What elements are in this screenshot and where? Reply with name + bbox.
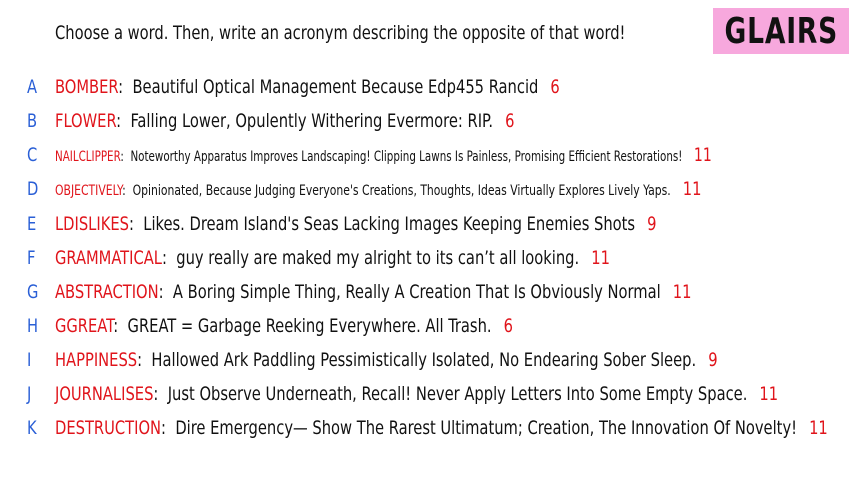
entry-word: FLOWER (55, 110, 117, 132)
entry-separator: : (118, 76, 124, 98)
entry-letter: D (27, 178, 39, 200)
entry-letter: J (27, 383, 32, 405)
entry-separator: : (128, 213, 134, 235)
entry-word: HAPPINESS (55, 349, 138, 371)
entry-line: NAILCLIPPER: Noteworthy Apparatus Improv… (55, 144, 712, 166)
entry-line: BOMBER: Beautiful Optical Management Bec… (55, 76, 560, 98)
entry-separator: : (161, 417, 166, 439)
entry-word: BOMBER (55, 76, 119, 98)
entry-letter: K (27, 417, 37, 439)
entry-letter: G (27, 281, 39, 303)
entry-separator: : (158, 281, 164, 303)
entry-acronym: Hallowed Ark Paddling Pessimistically Is… (151, 349, 697, 371)
entry-count: 11 (672, 281, 692, 303)
entry-word: OBJECTIVELY (55, 183, 123, 199)
entry-line: OBJECTIVELY: Opinionated, Because Judgin… (55, 178, 701, 200)
entry-line: LDISLIKES: Likes. Dream Island's Seas La… (55, 213, 656, 235)
entry-acronym: Likes. Dream Island's Seas Lacking Image… (143, 213, 636, 235)
logo-text: GLAIRS (724, 10, 838, 52)
entry-separator: : (161, 247, 167, 269)
entry-word: LDISLIKES (55, 213, 129, 235)
entry-count: 9 (708, 349, 718, 371)
entry-count: 11 (682, 178, 702, 200)
entry-acronym: guy really are maked my alright to its c… (176, 247, 580, 269)
entry-acronym: A Boring Simple Thing, Really A Creation… (172, 281, 661, 303)
entry-word: GRAMMATICAL (55, 247, 162, 269)
prompt-text: Choose a word. Then, write an acronym de… (55, 22, 626, 44)
entry-line: ABSTRACTION: A Boring Simple Thing, Real… (55, 281, 691, 303)
entry-letter: I (27, 349, 32, 371)
entry-count: 11 (809, 417, 828, 439)
entry-line: FLOWER: Falling Lower, Opulently Witheri… (55, 110, 514, 132)
entry-separator: : (122, 183, 126, 199)
entry-letter: F (27, 247, 36, 269)
entry-acronym: Dire Emergency— Show The Rarest Ultimatu… (175, 417, 798, 439)
entry-letter: A (27, 76, 38, 98)
entry-count: 6 (550, 76, 560, 98)
entry-word: GGREAT (55, 315, 114, 337)
entry-separator: : (137, 349, 143, 371)
entry-separator: : (116, 110, 122, 132)
entry-line: GGREAT: GREAT = Garbage Reeking Everywhe… (55, 315, 513, 337)
entry-letter: E (27, 213, 37, 235)
entry-separator: : (120, 149, 124, 165)
entry-acronym: Beautiful Optical Management Because Edp… (132, 76, 539, 98)
entry-letter: H (27, 315, 39, 337)
entry-word: DESTRUCTION (55, 417, 162, 439)
entry-line: JOURNALISES: Just Observe Underneath, Re… (55, 383, 778, 405)
entry-acronym: Falling Lower, Opulently Withering Everm… (130, 110, 494, 132)
entry-letter: B (27, 110, 38, 132)
entry-acronym: Noteworthy Apparatus Improves Landscapin… (130, 149, 683, 165)
entry-word: JOURNALISES (55, 383, 154, 405)
entry-word: ABSTRACTION (55, 281, 159, 303)
entry-line: GRAMMATICAL: guy really are maked my alr… (55, 247, 610, 269)
logo: GLAIRS (713, 8, 849, 54)
entry-letter: C (27, 144, 38, 166)
entry-word: NAILCLIPPER (55, 149, 121, 165)
entry-count: 6 (503, 315, 513, 337)
entry-separator: : (153, 383, 159, 405)
entry-count: 6 (505, 110, 515, 132)
entry-acronym: GREAT = Garbage Reeking Everywhere. All … (127, 315, 492, 337)
entry-line: HAPPINESS: Hallowed Ark Paddling Pessimi… (55, 349, 718, 371)
entry-count: 11 (591, 247, 610, 269)
entry-acronym: Opinionated, Because Judging Everyone's … (132, 183, 671, 199)
entry-count: 9 (647, 213, 657, 235)
entry-separator: : (113, 315, 119, 337)
entry-line: DESTRUCTION: Dire Emergency— Show The Ra… (55, 417, 828, 439)
entry-count: 11 (759, 383, 779, 405)
entry-acronym: Just Observe Underneath, Recall! Never A… (167, 383, 748, 405)
entry-count: 11 (693, 144, 712, 166)
